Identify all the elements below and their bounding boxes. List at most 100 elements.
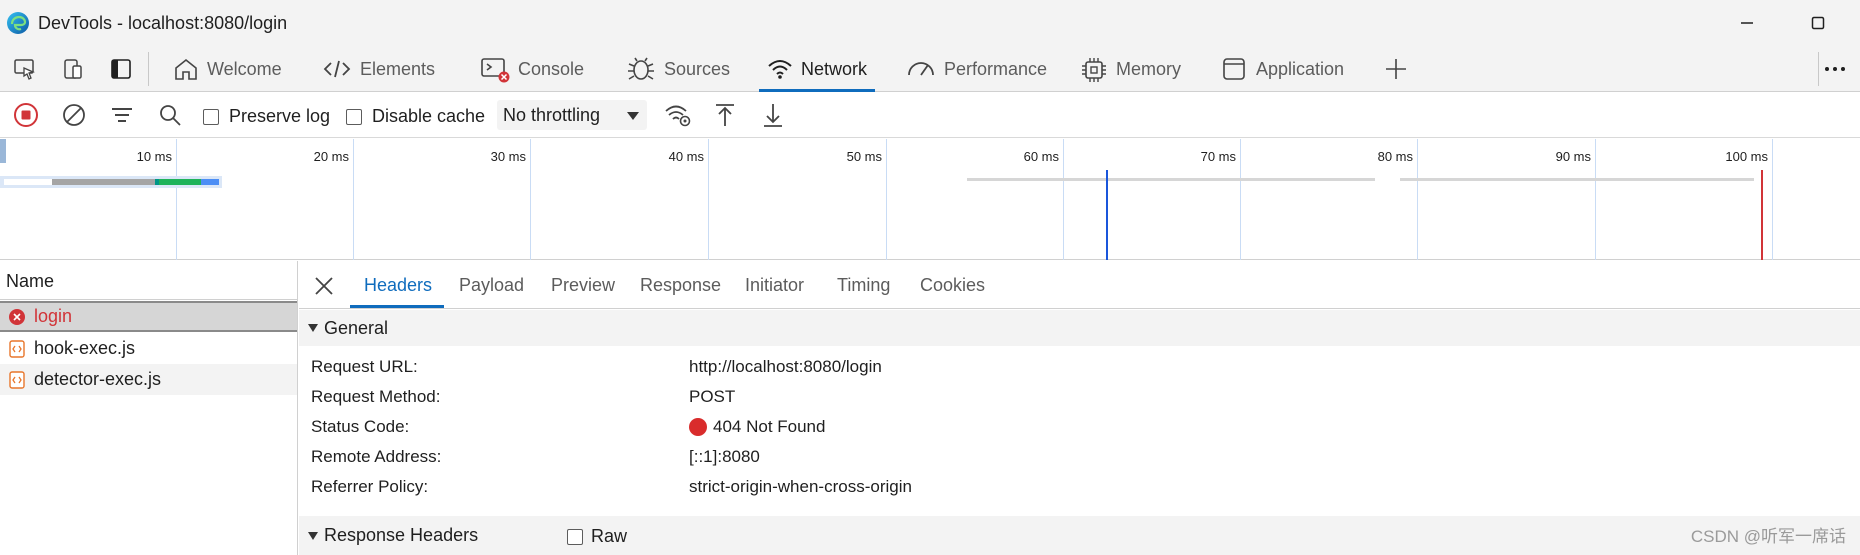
disable-cache-checkbox[interactable]: Disable cache (346, 106, 485, 127)
tick-label: 70 ms (1200, 149, 1236, 164)
section-title: Response Headers (324, 525, 479, 545)
tab-network[interactable]: Network (758, 46, 876, 92)
request-row-login[interactable]: login (0, 301, 297, 332)
search-button[interactable] (155, 101, 185, 129)
tab-label: Performance (944, 58, 1048, 79)
raw-label: Raw (591, 526, 628, 546)
tick-label: 90 ms (1555, 149, 1591, 164)
tab-payload[interactable]: Payload (459, 275, 524, 296)
grid-line (1772, 139, 1773, 260)
throttling-select[interactable]: No throttling (497, 100, 647, 130)
filter-button[interactable] (107, 101, 137, 129)
code-icon (323, 60, 351, 78)
search-icon (160, 105, 181, 126)
request-name: detector-exec.js (34, 369, 162, 389)
console-icon (481, 58, 510, 83)
tab-memory[interactable]: Memory (1080, 46, 1181, 92)
tab-cookies[interactable]: Cookies (920, 275, 985, 296)
tick-label: 50 ms (846, 149, 882, 164)
wifi-icon (768, 60, 792, 79)
active-tab-indicator (350, 305, 444, 308)
tab-console[interactable]: Console (480, 46, 584, 92)
timeline-handle[interactable] (0, 139, 6, 163)
checkbox-box[interactable] (567, 528, 583, 545)
request-row-hook-exec[interactable]: hook-exec.js (0, 333, 297, 364)
general-section-header[interactable]: General (299, 310, 1860, 346)
export-har-button[interactable] (758, 101, 788, 129)
tick-label: 10 ms (136, 149, 172, 164)
network-conditions-button[interactable] (663, 101, 693, 129)
tab-timing[interactable]: Timing (837, 275, 890, 296)
collapse-triangle-icon (308, 531, 318, 540)
import-har-button[interactable] (710, 101, 740, 129)
grid-line (1595, 139, 1596, 260)
tab-welcome[interactable]: Welcome (173, 46, 282, 92)
tick-label: 80 ms (1377, 149, 1413, 164)
tab-label: Welcome (207, 58, 282, 79)
tab-sources[interactable]: Sources (626, 46, 730, 92)
load-event-marker (1761, 170, 1763, 260)
tick-label: 100 ms (1725, 149, 1768, 164)
preserve-log-checkbox[interactable]: Preserve log (203, 106, 330, 127)
devtools-tab-strip: Welcome Elements Console Sources Network… (0, 46, 1860, 92)
window-title: DevTools - localhost:8080/login (38, 12, 288, 33)
tab-initiator[interactable]: Initiator (745, 275, 804, 296)
toggle-sidebar-button[interactable] (106, 55, 136, 83)
request-bar-queue (4, 179, 52, 185)
request-row-detector-exec[interactable]: detector-exec.js (0, 364, 297, 395)
clear-icon (63, 104, 85, 126)
section-title: General (324, 317, 389, 338)
tab-label: Sources (664, 58, 731, 79)
grid-line (1417, 139, 1418, 260)
tab-response[interactable]: Response (640, 275, 721, 296)
response-headers-section-header[interactable]: Response Headers Raw (299, 516, 1860, 555)
request-bar-waiting (159, 179, 201, 185)
status-error-dot-icon (689, 418, 707, 436)
add-tab-button[interactable] (1381, 55, 1411, 83)
tab-headers[interactable]: Headers (364, 275, 432, 296)
upload-icon (716, 104, 734, 126)
maximize-button[interactable] (1803, 10, 1833, 36)
device-icon (64, 59, 82, 79)
tab-elements[interactable]: Elements (322, 46, 435, 92)
referrer-policy-value: strict-origin-when-cross-origin (689, 477, 912, 496)
more-options-button[interactable] (1815, 55, 1855, 83)
details-tab-bar: Headers Payload Preview Response Initiat… (299, 261, 1860, 309)
stop-recording-button[interactable] (11, 101, 41, 129)
domcontentloaded-marker (1106, 170, 1108, 260)
inspect-element-button[interactable] (10, 55, 40, 83)
request-bar-pending (1400, 178, 1754, 181)
grid-line (176, 139, 177, 260)
divider (148, 52, 149, 86)
request-method-value: POST (689, 387, 736, 406)
wifi-settings-icon (665, 105, 691, 127)
gauge-icon (908, 62, 934, 76)
chip-icon (1082, 58, 1106, 82)
clear-button[interactable] (59, 101, 89, 129)
minimize-icon (1741, 22, 1753, 24)
network-overview-timeline[interactable]: 10 ms 20 ms 30 ms 40 ms 50 ms 60 ms 70 m… (0, 139, 1860, 260)
minimize-button[interactable] (1732, 10, 1762, 36)
close-details-button[interactable] (313, 275, 335, 297)
raw-checkbox[interactable]: Raw (567, 526, 627, 547)
device-emulation-button[interactable] (58, 55, 88, 83)
grid-line (353, 139, 354, 260)
request-bar-download (201, 179, 219, 185)
app-window-icon (1223, 58, 1245, 80)
network-toolbar: Preserve log Disable cache No throttling (0, 92, 1860, 138)
request-details-pane: Headers Payload Preview Response Initiat… (299, 261, 1860, 555)
checkbox-box[interactable] (346, 108, 362, 125)
script-file-icon (8, 339, 26, 358)
home-icon (175, 58, 197, 80)
tab-application[interactable]: Application (1222, 46, 1344, 92)
request-bar-pending (967, 178, 1375, 181)
remote-address-key: Remote Address: (311, 447, 442, 466)
tick-label: 40 ms (668, 149, 704, 164)
checkbox-box[interactable] (203, 108, 219, 125)
tab-performance[interactable]: Performance (906, 46, 1047, 92)
status-code-value: 404 Not Found (689, 417, 825, 437)
name-column-header[interactable]: Name (0, 261, 297, 300)
request-bar-stalled (52, 179, 155, 185)
sidebar-icon (111, 59, 131, 79)
tab-preview[interactable]: Preview (551, 275, 615, 296)
